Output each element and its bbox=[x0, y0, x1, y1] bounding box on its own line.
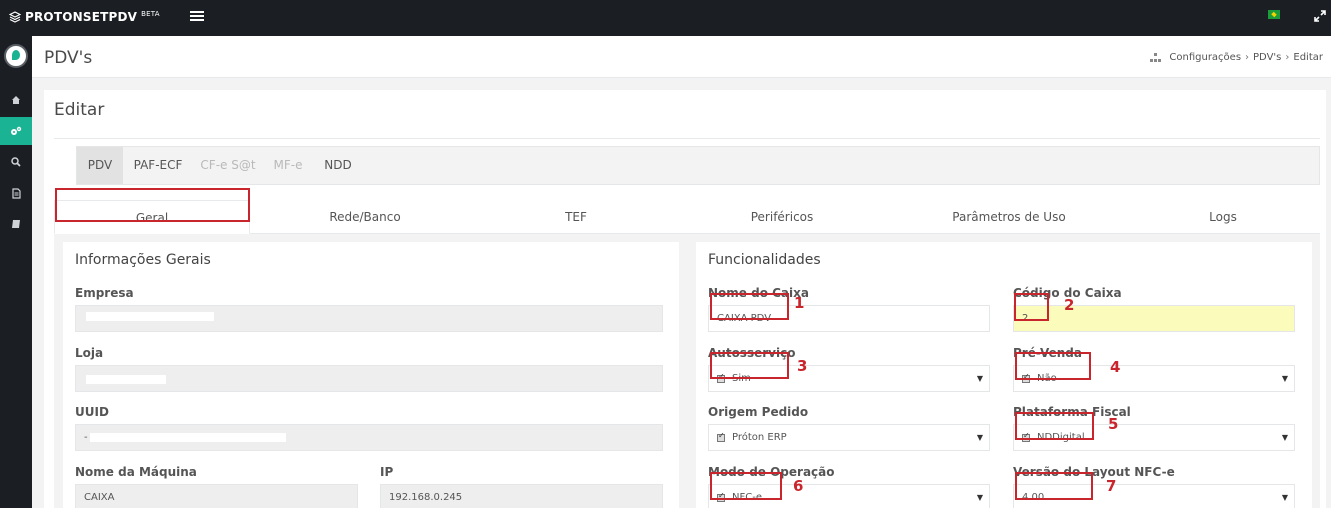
annotation-box-5 bbox=[1015, 412, 1094, 440]
ip-field[interactable]: 192.168.0.245 bbox=[380, 484, 663, 508]
annotation-box-4 bbox=[1015, 352, 1091, 380]
tab-parametros-uso[interactable]: Parâmetros de Uso bbox=[924, 200, 1094, 234]
annotation-number-6: 6 bbox=[793, 477, 804, 495]
breadcrumb-separator: › bbox=[1245, 52, 1250, 63]
beta-badge: BETA bbox=[141, 10, 160, 18]
annotation-box-2 bbox=[1014, 293, 1049, 321]
redacted-block bbox=[90, 433, 286, 442]
annotation-number-7: 7 bbox=[1106, 477, 1117, 495]
fullscreen-icon[interactable] bbox=[1313, 9, 1327, 23]
uuid-field[interactable]: - bbox=[75, 424, 663, 451]
redacted-block bbox=[86, 375, 166, 384]
empresa-label: Empresa bbox=[75, 286, 134, 300]
sidebar-item-search[interactable] bbox=[0, 148, 32, 176]
loja-label: Loja bbox=[75, 346, 104, 360]
nome-maquina-field[interactable]: CAIXA bbox=[75, 484, 358, 508]
empresa-field[interactable] bbox=[75, 305, 663, 332]
ip-value: 192.168.0.245 bbox=[389, 492, 463, 503]
annotation-number-3: 3 bbox=[797, 357, 808, 375]
tab-pdv[interactable]: PDV bbox=[77, 147, 123, 184]
brand-name: PROTONSETPDV bbox=[25, 10, 138, 24]
redacted-block bbox=[86, 312, 214, 321]
edit-card: Editar PDV PAF-ECF CF-e S@t MF-e NDD Ger… bbox=[44, 90, 1326, 508]
uuid-prefix: - bbox=[84, 432, 88, 443]
annotation-number-5: 5 bbox=[1108, 415, 1119, 433]
breadcrumb: Configurações › PDV's › Editar bbox=[1150, 52, 1323, 63]
sitemap-icon bbox=[1150, 53, 1162, 62]
general-info-panel: Informações Gerais Empresa Loja UUID - N… bbox=[63, 242, 679, 508]
tab-perifericos[interactable]: Periféricos bbox=[697, 200, 867, 234]
book-icon bbox=[12, 220, 20, 228]
tab-paf-ecf[interactable]: PAF-ECF bbox=[124, 147, 192, 184]
ip-label: IP bbox=[380, 465, 394, 479]
annotation-box-6 bbox=[710, 472, 782, 500]
sidebar-item-books[interactable] bbox=[0, 210, 32, 238]
content-area: Editar PDV PAF-ECF CF-e S@t MF-e NDD Ger… bbox=[32, 78, 1331, 508]
brazil-flag-icon[interactable] bbox=[1268, 10, 1280, 19]
origem-pedido-label: Origem Pedido bbox=[708, 405, 809, 419]
tab-mf-e[interactable]: MF-e bbox=[263, 147, 313, 184]
breadcrumb-item-pdvs[interactable]: PDV's bbox=[1253, 52, 1281, 63]
tab-cfe-sat[interactable]: CF-e S@t bbox=[193, 147, 263, 184]
breadcrumb-separator: › bbox=[1285, 52, 1290, 63]
avatar[interactable] bbox=[4, 44, 28, 68]
tab-tef[interactable]: TEF bbox=[491, 200, 661, 234]
page-title: PDV's bbox=[44, 48, 93, 68]
nome-maquina-value: CAIXA bbox=[84, 492, 115, 503]
tab-logs[interactable]: Logs bbox=[1138, 200, 1308, 234]
origem-pedido-select[interactable]: Próton ERP bbox=[708, 424, 990, 451]
origem-pedido-value: Próton ERP bbox=[732, 432, 787, 443]
sidebar-item-documents[interactable] bbox=[0, 179, 32, 207]
annotation-box-3 bbox=[710, 352, 789, 379]
section-title: Funcionalidades bbox=[708, 252, 821, 268]
divider bbox=[54, 138, 1320, 139]
codigo-caixa-input[interactable]: 2 bbox=[1013, 305, 1295, 332]
layers-icon bbox=[9, 11, 21, 23]
tab-rede-banco[interactable]: Rede/Banco bbox=[280, 200, 450, 234]
sidebar bbox=[0, 36, 32, 508]
home-icon bbox=[12, 96, 20, 104]
nome-maquina-label: Nome da Máquina bbox=[75, 465, 197, 479]
annotation-box-geral bbox=[55, 188, 250, 222]
annotation-number-4: 4 bbox=[1110, 358, 1121, 376]
loja-field[interactable] bbox=[75, 365, 663, 392]
search-icon bbox=[11, 157, 21, 167]
page-header: PDV's Configurações › PDV's › Editar bbox=[32, 36, 1331, 78]
menu-toggle-icon[interactable] bbox=[190, 9, 204, 23]
sidebar-item-home[interactable] bbox=[0, 86, 32, 114]
brand[interactable]: PROTONSETPDV BETA bbox=[9, 10, 160, 24]
uuid-label: UUID bbox=[75, 405, 109, 419]
sidebar-item-settings[interactable] bbox=[0, 117, 32, 145]
annotation-number-1: 1 bbox=[794, 294, 805, 312]
checkbox-icon bbox=[717, 431, 725, 442]
annotation-number-2: 2 bbox=[1064, 296, 1075, 314]
pdv-type-tabs: PDV PAF-ECF CF-e S@t MF-e NDD bbox=[76, 146, 1320, 185]
gears-icon bbox=[11, 126, 22, 135]
section-title: Informações Gerais bbox=[75, 252, 211, 268]
tab-panel-geral: Informações Gerais Empresa Loja UUID - N… bbox=[54, 234, 1320, 508]
document-icon bbox=[11, 187, 21, 199]
tab-ndd[interactable]: NDD bbox=[313, 147, 363, 184]
top-navbar: PROTONSETPDV BETA bbox=[0, 0, 1331, 36]
annotation-box-1 bbox=[710, 293, 789, 320]
breadcrumb-item-editar: Editar bbox=[1293, 52, 1323, 63]
annotation-box-7 bbox=[1015, 472, 1093, 500]
breadcrumb-item-configuracoes[interactable]: Configurações bbox=[1169, 52, 1241, 63]
card-title: Editar bbox=[54, 100, 105, 120]
